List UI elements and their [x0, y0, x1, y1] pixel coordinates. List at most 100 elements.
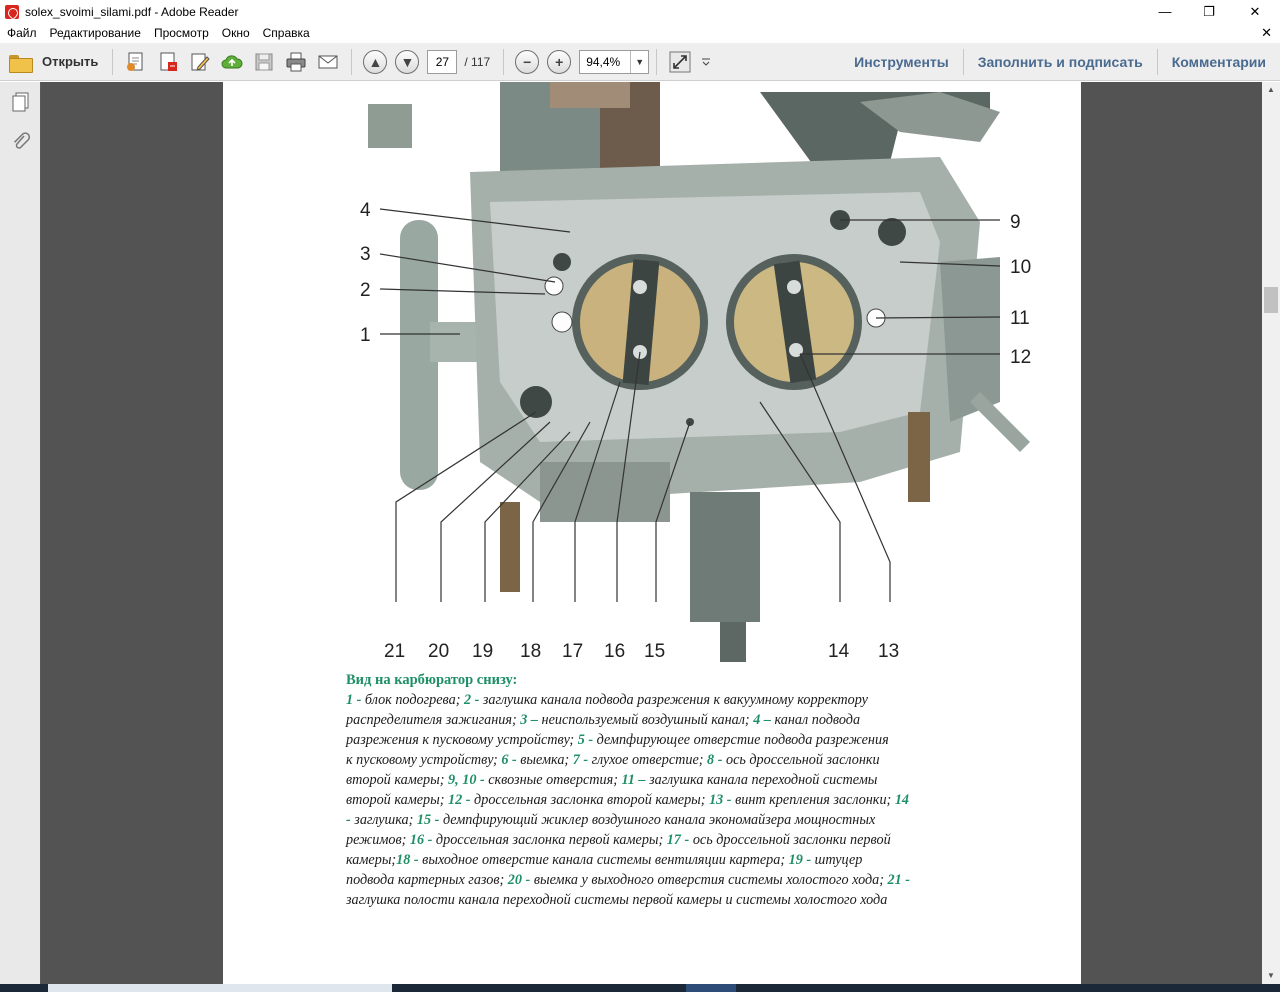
callout-20: 20: [428, 641, 449, 662]
chevron-down-icon[interactable]: ▼: [630, 50, 648, 73]
caption-item-text: режимов;: [346, 832, 410, 848]
toolbar-separator: [656, 48, 658, 75]
edit-pdf-icon: [191, 53, 211, 71]
callout-17: 17: [562, 641, 583, 662]
save-icon: [255, 53, 273, 70]
caption-item-number: 20 -: [507, 872, 531, 888]
caption-item-text: заглушка;: [350, 812, 417, 828]
envelope-icon: [318, 55, 338, 68]
save-button[interactable]: [251, 49, 277, 75]
callout-9: 9: [1010, 212, 1021, 233]
caption-line: режимов; 16 - дроссельная заслонка перво…: [346, 830, 1046, 850]
open-button[interactable]: Открыть: [9, 47, 98, 77]
caption-line: разрежения к пусковому устройству; 5 - д…: [346, 730, 1046, 750]
caption-item-number: 11 –: [621, 772, 646, 788]
create-pdf-button[interactable]: [123, 49, 149, 75]
callout-19: 19: [472, 641, 493, 662]
arrow-up-icon: ▲: [368, 53, 383, 70]
fit-page-button[interactable]: [667, 49, 693, 75]
caption-item-number: 12 -: [448, 792, 471, 808]
toolbar-options-button[interactable]: [699, 49, 713, 75]
caption-item-text: камеры;: [346, 852, 397, 868]
zoom-out-button[interactable]: −: [515, 49, 540, 74]
caption-item-number: 5 -: [577, 732, 594, 748]
caption-item-text: второй камеры;: [346, 772, 449, 788]
zoom-in-button[interactable]: +: [547, 49, 572, 74]
callout-3: 3: [360, 244, 371, 265]
taskbar-active-app[interactable]: [686, 984, 736, 992]
caption-item-number: 13 -: [709, 792, 732, 808]
caption-item-number: 1 -: [346, 692, 362, 708]
email-button[interactable]: [315, 49, 341, 75]
caption-item-text: заглушка канала подвода разрежения к вак…: [479, 692, 868, 708]
caption-item-number: 9, 10 -: [448, 772, 485, 788]
caption-item-number: 8 -: [707, 752, 723, 768]
caption-line: камеры;18 - выходное отверстие канала си…: [346, 850, 1046, 870]
fill-sign-link[interactable]: Заполнить и подписать: [964, 54, 1157, 70]
caption-body: 1 - блок подогрева; 2 - заглушка канала …: [346, 690, 1046, 910]
menu-window[interactable]: Окно: [215, 26, 256, 40]
caption-item-text: заглушка канала переходной системы: [645, 772, 878, 788]
expand-icon: [669, 51, 691, 72]
attachments-button[interactable]: [0, 122, 41, 162]
page-thumbnails-button[interactable]: [0, 82, 41, 122]
scroll-down-icon[interactable]: ▼: [1262, 968, 1280, 984]
caption-item-text: неиспользуемый воздушный канал;: [538, 712, 754, 728]
caption-item-number: 17 -: [666, 832, 690, 848]
callout-12: 12: [1010, 347, 1031, 368]
comments-link[interactable]: Комментарии: [1158, 54, 1280, 70]
upload-button[interactable]: [219, 49, 245, 75]
chevron-down-icon: [702, 58, 711, 66]
plus-icon: +: [555, 53, 564, 70]
minimize-button[interactable]: —: [1142, 0, 1188, 23]
caption-item-number: 2 -: [463, 692, 480, 708]
print-button[interactable]: [283, 49, 309, 75]
caption-item-text: распределителя зажигания;: [346, 712, 521, 728]
caption-line: подвода картерных газов; 20 - выемка у в…: [346, 870, 1046, 890]
menu-edit[interactable]: Редактирование: [43, 26, 147, 40]
edit-pdf-button[interactable]: [187, 49, 213, 75]
menu-view[interactable]: Просмотр: [147, 26, 215, 40]
callout-18: 18: [520, 641, 541, 662]
previous-page-button[interactable]: ▲: [363, 49, 388, 74]
caption-item-number: 4 –: [753, 712, 771, 728]
caption-item-text: штуцер: [811, 852, 863, 868]
caption-item-text: демпфирующий жиклер воздушного канала эк…: [439, 812, 876, 828]
callout-21: 21: [384, 641, 405, 662]
restore-button[interactable]: ❐: [1186, 0, 1232, 23]
callout-14: 14: [828, 641, 850, 662]
export-pdf-button[interactable]: [155, 49, 181, 75]
scroll-up-icon[interactable]: ▲: [1262, 82, 1280, 98]
open-label: Открыть: [42, 54, 99, 69]
caption-line: заглушка полости канала переходной систе…: [346, 890, 1046, 910]
toolbar: Открыть ▲ ▼ 27 / 117 − + 94,4% ▼ Инструм…: [0, 43, 1280, 81]
navigation-pane: [0, 82, 41, 992]
caption-item-number: 6 -: [501, 752, 517, 768]
next-page-button[interactable]: ▼: [395, 49, 420, 74]
paperclip-icon: [13, 132, 30, 149]
close-button[interactable]: ✕: [1232, 0, 1278, 23]
close-document-button[interactable]: ✕: [1261, 25, 1272, 41]
tools-link[interactable]: Инструменты: [840, 54, 963, 70]
menu-file[interactable]: Файл: [0, 26, 43, 40]
taskbar-search[interactable]: [48, 984, 392, 992]
callout-15: 15: [644, 641, 665, 662]
toolbar-separator: [503, 48, 505, 75]
scroll-thumb[interactable]: [1264, 287, 1278, 313]
callout-16: 16: [604, 641, 625, 662]
callout-1: 1: [360, 325, 371, 346]
callout-10: 10: [1010, 257, 1031, 278]
minus-icon: −: [523, 53, 532, 70]
panel-links: Инструменты Заполнить и подписать Коммен…: [840, 43, 1280, 81]
caption-line: второй камеры; 9, 10 - сквозные отверсти…: [346, 770, 1046, 790]
printer-icon: [286, 52, 306, 71]
page-number-input[interactable]: 27: [427, 49, 458, 74]
caption-item-text: канал подвода: [770, 712, 861, 728]
vertical-scrollbar[interactable]: ▲ ▼: [1262, 82, 1280, 984]
caption-item-text: ось дроссельной заслонки первой: [689, 832, 891, 848]
menu-help[interactable]: Справка: [256, 26, 316, 40]
caption-line: распределителя зажигания; 3 – неиспользу…: [346, 710, 1046, 730]
zoom-select[interactable]: 94,4% ▼: [579, 49, 650, 74]
caption-item-text: к пусковому устройству;: [346, 752, 502, 768]
window-title: solex_svoimi_silami.pdf - Adobe Reader: [25, 4, 239, 19]
